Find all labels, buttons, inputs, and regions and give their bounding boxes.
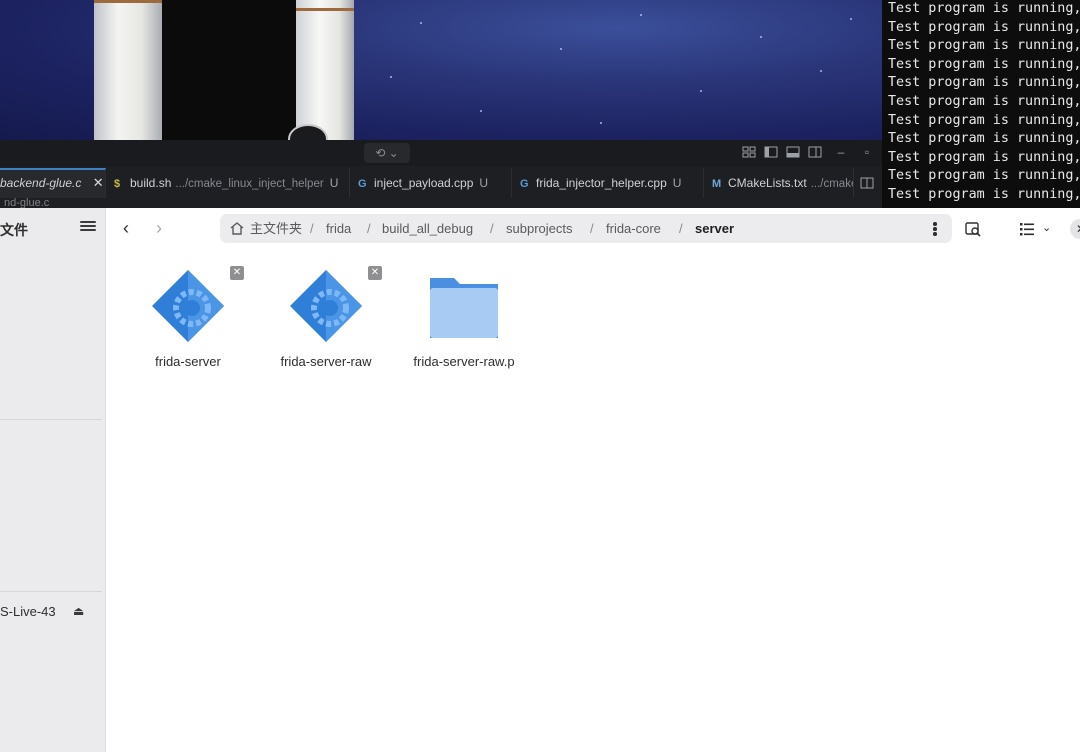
tab-build-sh[interactable]: $ build.sh .../cmake_linux_inject_helper U	[106, 168, 350, 198]
breadcrumb-build-all-debug[interactable]: build_all_debug	[382, 214, 473, 243]
chevron-down-icon[interactable]: ⌄	[1042, 218, 1056, 238]
desktop-wallpaper	[0, 0, 882, 140]
terminal-line: Test program is running, p	[888, 1, 1080, 16]
sidebar-item-drive[interactable]: S-Live-43 ⏏	[0, 604, 100, 622]
sidebar: 文件 S-Live-43 ⏏	[0, 208, 106, 752]
breadcrumb-frida-core[interactable]: frida-core	[606, 214, 661, 243]
terminal-window[interactable]: Test program is running, p Test program …	[882, 0, 1080, 208]
file-item[interactable]: ✕ frida-server	[116, 266, 246, 376]
terminal-line: Test program is running, p	[888, 19, 1080, 35]
tab-cmakelists[interactable]: M CMakeLists.txt .../cmake	[704, 168, 854, 198]
terminal-line: Test program is running, p	[888, 168, 1080, 184]
tab-label: CMakeLists.txt	[728, 176, 807, 190]
toggle-panel-icon[interactable]	[786, 145, 800, 159]
forward-button[interactable]: ›	[148, 218, 170, 240]
shuttle-tank	[162, 0, 296, 140]
git-status-badge: U	[329, 176, 339, 190]
tab-path: .../cmake	[810, 178, 854, 190]
file-manager-window: 文件 S-Live-43 ⏏ ‹ › 主文件夹 / frida / build_…	[0, 208, 1080, 752]
terminal-line: Test program is running, p	[888, 56, 1080, 72]
ide-breadcrumb[interactable]: nd-glue.c	[4, 198, 49, 208]
close-icon[interactable]: ✕	[368, 266, 382, 280]
sync-icon: ⟲ ⌄	[375, 146, 399, 160]
breadcrumb-separator: /	[310, 221, 314, 236]
shuttle-booster-left	[94, 0, 162, 140]
breadcrumb-frida[interactable]: frida	[326, 214, 351, 243]
sidebar-item-label: S-Live-43	[0, 604, 56, 619]
close-icon[interactable]: ✕	[230, 266, 244, 280]
tab-label: frida_injector_helper.cpp	[536, 176, 667, 190]
toggle-secondary-sidebar-icon[interactable]	[808, 145, 822, 159]
search-icon[interactable]	[964, 220, 982, 238]
terminal-line: Test program is running, p	[888, 186, 1080, 202]
tab-frida-injector-helper[interactable]: Gfrida_injector_helper.cpp U	[512, 168, 704, 198]
hamburger-menu-icon[interactable]	[80, 219, 96, 235]
split-editor-icon[interactable]	[860, 176, 874, 190]
sidebar-divider	[0, 419, 102, 420]
terminal-line: Test program is running, p	[888, 93, 1080, 109]
more-options-icon[interactable]	[932, 221, 938, 237]
cmake-file-icon: M	[712, 178, 722, 190]
breadcrumb-separator: /	[367, 221, 371, 236]
close-icon[interactable]: ✕	[1070, 219, 1080, 239]
ide-titlebar: ⟲ ⌄ – ▫	[0, 140, 882, 166]
breadcrumb-subprojects[interactable]: subprojects	[506, 214, 572, 243]
close-icon[interactable]: ✕	[93, 175, 104, 190]
file-name: frida-server	[155, 354, 221, 369]
breadcrumb-separator: /	[590, 221, 594, 236]
tab-inject-payload[interactable]: Ginject_payload.cpp U	[350, 168, 512, 198]
sidebar-divider	[0, 591, 102, 592]
tab-label: inject_payload.cpp	[374, 176, 474, 190]
terminal-line: Test program is running, p	[888, 75, 1080, 91]
file-name: frida-server-raw.p	[413, 354, 515, 369]
tab-label: build.sh	[130, 176, 172, 190]
list-view-icon[interactable]	[1018, 220, 1036, 238]
layout-grid-icon[interactable]	[742, 145, 756, 159]
ide-command-center[interactable]: ⟲ ⌄	[364, 143, 410, 163]
file-item[interactable]: frida-server-raw.p	[392, 266, 522, 376]
terminal-line: Test program is running, p	[888, 131, 1080, 147]
git-status-badge: U	[672, 176, 682, 190]
git-status-badge: U	[479, 176, 489, 190]
file-item[interactable]: ✕ frida-server-raw	[254, 266, 384, 376]
terminal-line: Test program is running, p	[888, 112, 1080, 128]
tab-backend-glue[interactable]: backend-glue.c ✕	[0, 168, 106, 198]
header-bar: ‹ › 主文件夹 / frida / build_all_debug / sub…	[106, 208, 1080, 250]
executable-icon	[152, 270, 224, 342]
sidebar-title: 文件	[0, 222, 28, 238]
eject-icon[interactable]: ⏏	[73, 604, 84, 618]
tab-path: .../cmake_linux_inject_helper	[175, 178, 324, 190]
path-bar[interactable]: 主文件夹 / frida / build_all_debug / subproj…	[220, 214, 952, 243]
toggle-sidebar-icon[interactable]	[764, 145, 778, 159]
folder-icon	[430, 278, 498, 338]
cpp-file-icon: G	[520, 178, 529, 190]
terminal-line: Test program is running, p	[888, 38, 1080, 54]
breadcrumb-separator: /	[679, 221, 683, 236]
breadcrumb-separator: /	[490, 221, 494, 236]
shell-script-icon: $	[114, 178, 121, 190]
minimize-icon[interactable]: –	[834, 145, 848, 159]
file-name: frida-server-raw	[280, 354, 372, 369]
maximize-icon[interactable]: ▫	[860, 145, 874, 159]
breadcrumb-home[interactable]: 主文件夹	[250, 214, 302, 243]
tab-label: backend-glue.c	[0, 176, 82, 190]
home-icon	[230, 222, 244, 235]
terminal-line: Test program is running, p	[888, 149, 1080, 165]
cpp-file-icon: G	[358, 178, 367, 190]
back-button[interactable]: ‹	[115, 218, 137, 240]
breadcrumb-current[interactable]: server	[695, 214, 734, 243]
ide-tab-bar: backend-glue.c ✕ $ build.sh .../cmake_linu…	[0, 168, 882, 198]
shuttle-booster-right	[296, 0, 354, 140]
executable-icon	[290, 270, 362, 342]
ide-window: ⟲ ⌄ – ▫ backend-glue.c ✕ $ build.sh .../cm…	[0, 140, 882, 208]
